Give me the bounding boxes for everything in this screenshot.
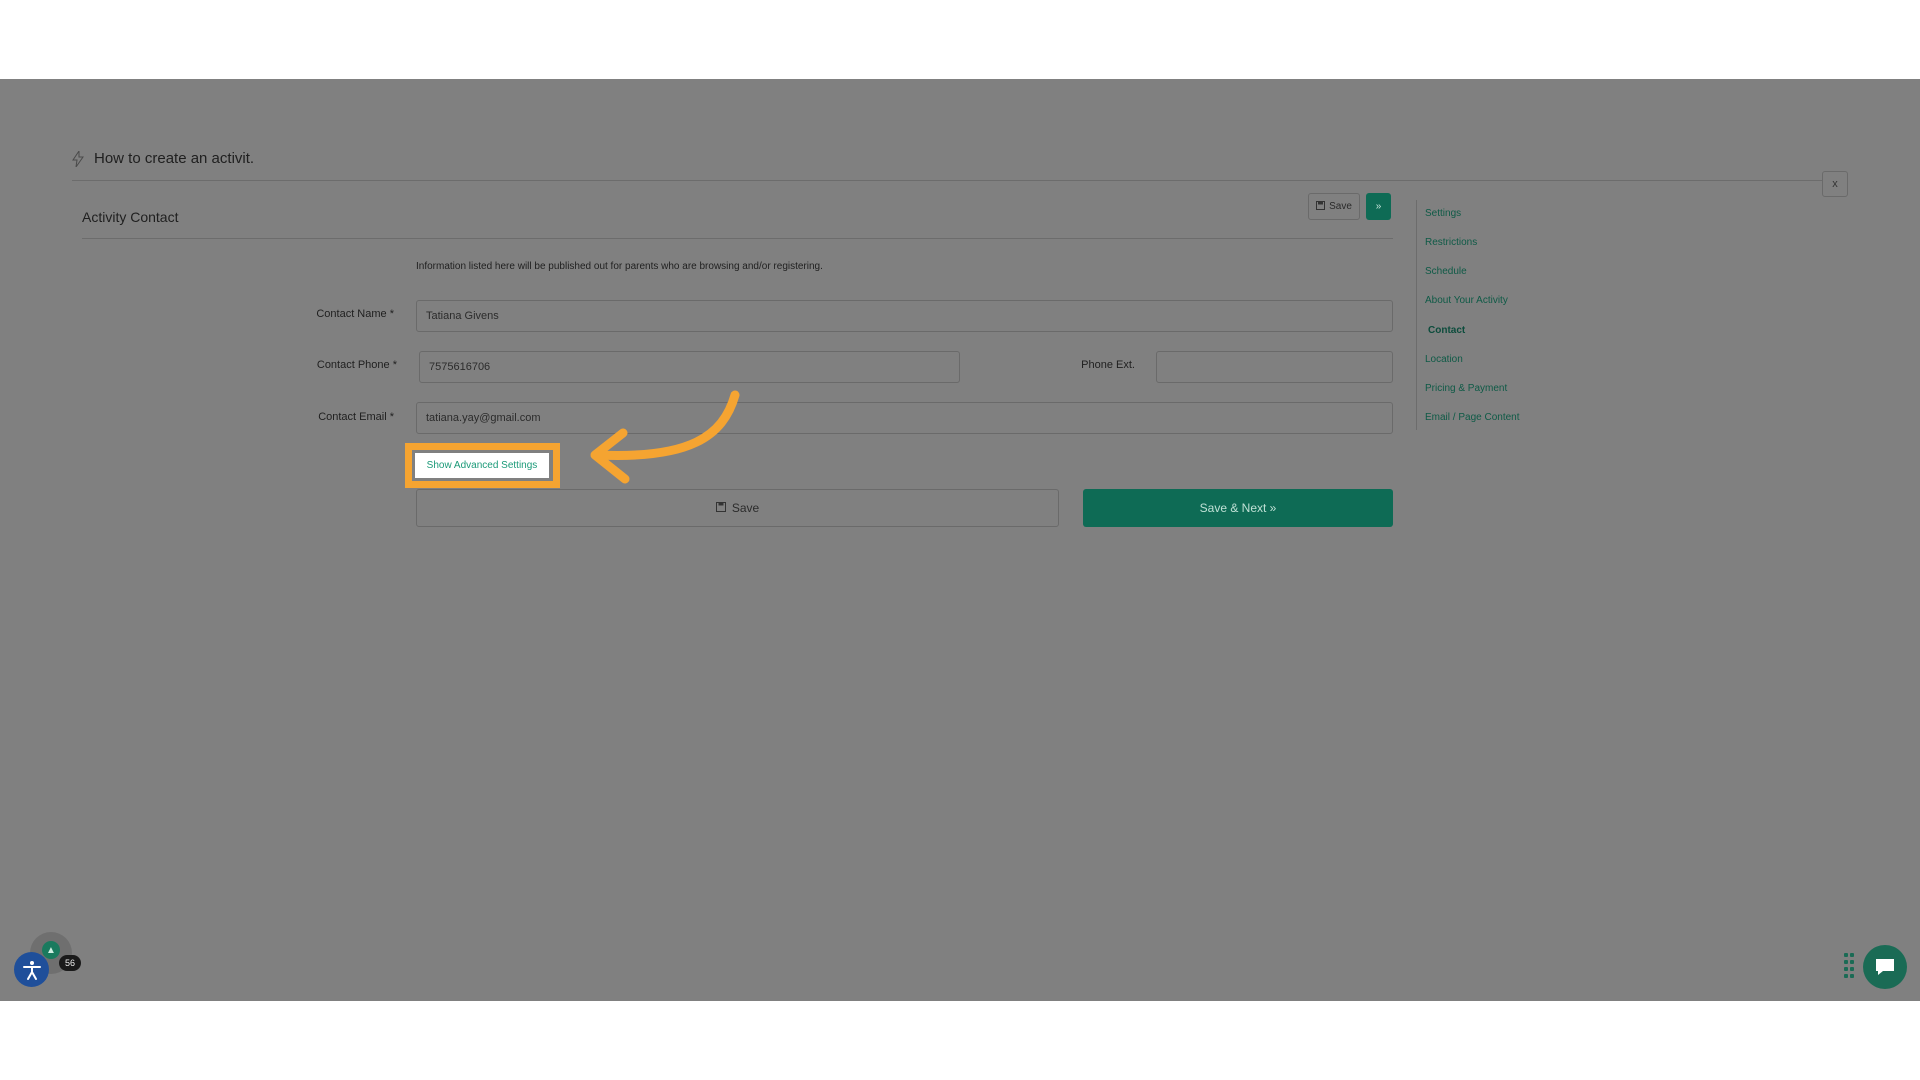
chat-bubble-icon <box>1876 959 1894 975</box>
top-save-button[interactable]: Save <box>1308 193 1360 220</box>
floppy-icon <box>1316 200 1326 213</box>
save-and-next-button[interactable]: Save & Next » <box>1083 489 1393 527</box>
section-divider <box>82 238 1393 239</box>
nav-item-about[interactable]: About Your Activity <box>1425 295 1508 306</box>
page-title-text: How to create an activit. <box>94 150 255 167</box>
bolt-icon <box>72 148 84 167</box>
contact-email-label: Contact Email * <box>318 411 394 423</box>
show-advanced-settings-button[interactable]: Show Advanced Settings <box>415 453 549 478</box>
drag-handle-icon[interactable] <box>1844 953 1854 979</box>
page-title: How to create an activit. <box>72 148 255 167</box>
contact-email-field[interactable]: tatiana.yay@gmail.com <box>416 402 1393 434</box>
nav-item-location[interactable]: Location <box>1425 354 1463 365</box>
section-title: Activity Contact <box>82 209 179 225</box>
side-nav: Settings Restrictions Schedule About You… <box>1416 200 1576 430</box>
contact-phone-label: Contact Phone * <box>316 359 397 371</box>
chat-button[interactable] <box>1863 945 1907 989</box>
page-overlay: How to create an activit. x Activity Con… <box>0 79 1920 1001</box>
chevron-up-icon: ▲ <box>42 941 60 959</box>
top-save-label: Save <box>1329 201 1352 212</box>
nav-item-settings[interactable]: Settings <box>1425 208 1461 219</box>
contact-name-label: Contact Name * <box>316 308 394 320</box>
nav-item-email-page-content[interactable]: Email / Page Content <box>1425 412 1520 423</box>
save-button[interactable]: Save <box>416 489 1059 527</box>
accessibility-icon <box>22 960 41 980</box>
save-label: Save <box>731 501 760 515</box>
nav-item-restrictions[interactable]: Restrictions <box>1425 237 1477 248</box>
floppy-icon <box>715 501 726 515</box>
nav-item-pricing[interactable]: Pricing & Payment <box>1425 383 1507 394</box>
notification-badge: 56 <box>59 955 81 971</box>
contact-name-field[interactable]: Tatiana Givens <box>416 300 1393 332</box>
contact-phone-field[interactable]: 7575616706 <box>419 351 960 383</box>
info-text: Information listed here will be publishe… <box>416 261 823 272</box>
top-next-button[interactable]: » <box>1366 193 1391 220</box>
phone-ext-label: Phone Ext. <box>1081 359 1135 371</box>
accessibility-button[interactable] <box>14 952 49 987</box>
close-button[interactable]: x <box>1822 171 1848 197</box>
phone-ext-field[interactable] <box>1156 351 1393 383</box>
nav-item-schedule[interactable]: Schedule <box>1425 266 1467 277</box>
nav-item-contact[interactable]: Contact <box>1428 325 1465 336</box>
title-divider <box>72 180 1822 181</box>
